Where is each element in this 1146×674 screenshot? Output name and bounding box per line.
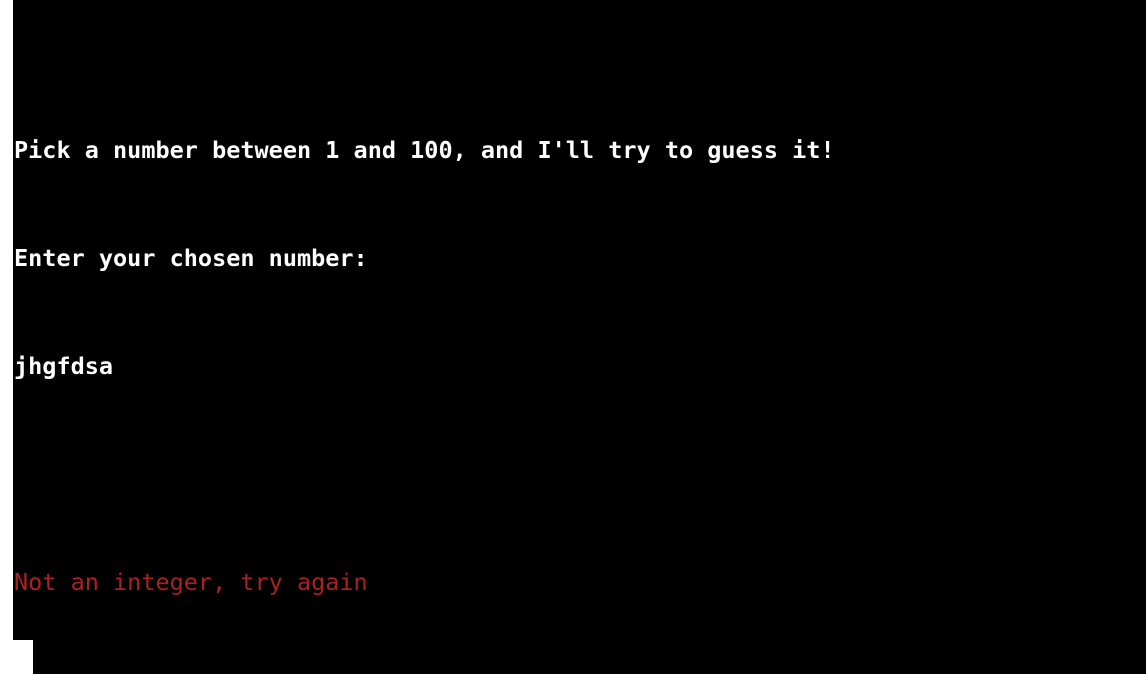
terminal-cursor <box>14 648 33 674</box>
terminal-output-area[interactable]: Pick a number between 1 and 100, and I'l… <box>14 24 1146 674</box>
terminal-line-blank-1 <box>14 456 1146 492</box>
terminal-line-prompt-1: Enter your chosen number: <box>14 244 368 272</box>
terminal-line-intro: Pick a number between 1 and 100, and I'l… <box>14 136 835 164</box>
terminal-screen: Pick a number between 1 and 100, and I'l… <box>0 0 1146 674</box>
terminal-line-input-1: jhgfdsa <box>14 352 114 380</box>
terminal-line-error-1: Not an integer, try again <box>14 568 368 596</box>
